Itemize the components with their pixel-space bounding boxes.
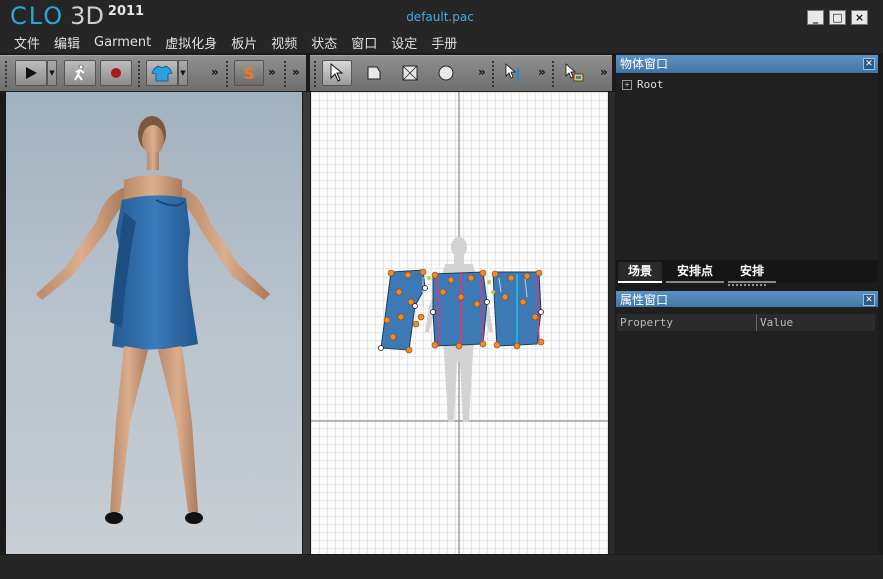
- walk-button[interactable]: [64, 60, 96, 86]
- circle-icon: [438, 65, 454, 81]
- logo-year: 2011: [107, 4, 145, 19]
- avatar-3d: [36, 116, 270, 524]
- viewport-splitter[interactable]: [303, 92, 310, 554]
- pattern-canvas: [311, 92, 608, 554]
- close-button[interactable]: ×: [851, 10, 868, 25]
- column-property[interactable]: Property: [620, 316, 673, 329]
- column-divider[interactable]: [756, 314, 757, 331]
- play-dropdown[interactable]: ▼: [47, 60, 57, 86]
- menu-video[interactable]: 视频: [271, 33, 297, 52]
- garment-dropdown[interactable]: ▼: [178, 60, 188, 86]
- property-table-header: Property Value: [617, 314, 875, 331]
- scene-tabs: 场景 安排点 安排: [616, 260, 878, 283]
- menu-window[interactable]: 窗口: [351, 33, 377, 52]
- document-title: default.pac: [406, 10, 474, 24]
- viewport-2d[interactable]: [311, 92, 608, 554]
- menu-pattern[interactable]: 板片: [231, 33, 257, 52]
- toolbar-grip[interactable]: [552, 61, 558, 87]
- walk-icon: [74, 64, 85, 81]
- menu-bar: 文件 编辑 Garment 虚拟化身 板片 视频 状态 窗口 设定 手册: [0, 31, 883, 53]
- record-icon: [111, 68, 121, 78]
- simulation-icon: S: [243, 63, 255, 83]
- toolbar-overflow[interactable]: »: [478, 65, 486, 79]
- toolbar-grip[interactable]: [226, 61, 232, 87]
- toolbar-grip[interactable]: [314, 61, 320, 87]
- property-panel-title: 属性窗口: [620, 293, 669, 307]
- circle-tool-button[interactable]: [432, 60, 460, 86]
- object-panel: [616, 73, 878, 260]
- sewing-arrow-icon: [505, 63, 520, 82]
- expand-icon[interactable]: +: [622, 79, 632, 90]
- panel-splitter[interactable]: [609, 92, 615, 554]
- tab-arrangement-points[interactable]: 安排点: [666, 262, 724, 283]
- toolbar-grip[interactable]: [284, 61, 290, 87]
- toolbar-grip[interactable]: [138, 61, 144, 87]
- toolbar-overflow[interactable]: »: [292, 65, 300, 79]
- menu-edit[interactable]: 编辑: [54, 33, 80, 52]
- rectangle-tool-button[interactable]: [396, 60, 424, 86]
- status-bar: [0, 555, 883, 579]
- toolbar-overflow[interactable]: »: [600, 65, 608, 79]
- menu-garment[interactable]: Garment: [94, 35, 151, 50]
- tree-item-label: Root: [637, 78, 664, 91]
- toolbar-2d: » » »: [310, 55, 612, 91]
- dock-grip[interactable]: [728, 284, 766, 290]
- edit-point-button[interactable]: [360, 60, 388, 86]
- menu-settings[interactable]: 设定: [391, 33, 417, 52]
- simulation-button[interactable]: S: [234, 60, 264, 86]
- texture-tool-button[interactable]: [560, 60, 588, 86]
- app-logo: CLO 3D 2011: [10, 2, 144, 30]
- object-panel-close-button[interactable]: ✕: [863, 58, 875, 70]
- toolbar-overflow[interactable]: »: [538, 65, 546, 79]
- logo-clo: CLO: [10, 2, 65, 30]
- menu-file[interactable]: 文件: [14, 33, 40, 52]
- maximize-button[interactable]: □: [829, 10, 846, 25]
- select-arrow-icon: [330, 63, 344, 82]
- viewport-3d[interactable]: [6, 92, 302, 554]
- tab-scene[interactable]: 场景: [618, 262, 662, 283]
- select-tool-button[interactable]: [322, 60, 352, 86]
- object-panel-title: 物体窗口: [620, 57, 669, 71]
- pattern-pieces: [380, 269, 542, 351]
- rectangle-icon: [402, 65, 418, 81]
- menu-state[interactable]: 状态: [311, 33, 337, 52]
- sewing-tool-button[interactable]: [500, 60, 528, 86]
- garment-button[interactable]: [146, 60, 178, 86]
- toolbar-grip[interactable]: [5, 61, 11, 87]
- toolbar-grip[interactable]: [492, 61, 498, 87]
- play-button[interactable]: [15, 60, 47, 86]
- toolbar-3d: ▼ ▼ » S » »: [0, 55, 306, 91]
- tree-item-root[interactable]: + Root: [622, 78, 664, 91]
- toolbar-overflow[interactable]: »: [268, 65, 276, 79]
- column-value[interactable]: Value: [760, 316, 793, 329]
- menu-avatar[interactable]: 虚拟化身: [165, 33, 217, 52]
- logo-3d: 3D: [70, 2, 104, 30]
- property-panel-close-button[interactable]: ✕: [863, 294, 875, 306]
- tab-arrangement[interactable]: 安排: [728, 262, 776, 283]
- minimize-button[interactable]: _: [807, 10, 824, 25]
- toolbar-overflow[interactable]: »: [211, 65, 219, 79]
- property-panel: [616, 307, 878, 554]
- play-icon: [26, 67, 37, 79]
- texture-arrow-icon: [565, 63, 584, 82]
- menu-manual[interactable]: 手册: [431, 33, 457, 52]
- tshirt-icon: [151, 65, 173, 82]
- object-panel-header: 物体窗口 ✕: [616, 55, 878, 73]
- record-button[interactable]: [100, 60, 132, 86]
- polygon-edit-icon: [367, 66, 381, 80]
